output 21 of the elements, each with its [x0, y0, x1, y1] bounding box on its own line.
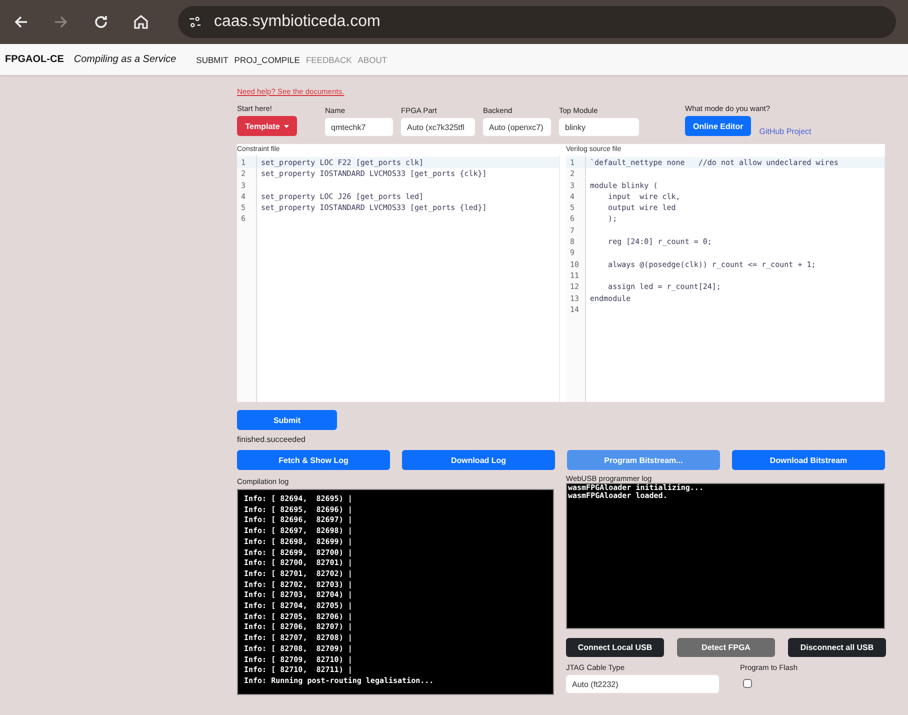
input-field[interactable]: Auto (ft2232) [566, 675, 719, 693]
input-field[interactable]: blinky [559, 118, 639, 136]
submit-button[interactable]: Submit [237, 410, 337, 430]
mode-link[interactable]: GitHub Project [759, 127, 812, 136]
address-bar[interactable]: caas.symbioticeda.com [178, 6, 896, 38]
action-button[interactable]: Download Log [402, 450, 555, 470]
status-text: finished.succeeded [237, 435, 306, 444]
nav-link[interactable]: PROJ_COMPILE [234, 54, 300, 64]
usb-button[interactable]: Disconnect all USB [788, 638, 886, 657]
input-field[interactable]: Auto (openxc7) [483, 118, 551, 136]
action-button[interactable]: Fetch & Show Log [237, 450, 390, 470]
template-button[interactable]: Template [237, 116, 297, 136]
usb-button[interactable]: Connect Local USB [566, 638, 664, 657]
action-button[interactable]: Download Bitstream [732, 450, 885, 470]
nav-link[interactable]: SUBMIT [196, 54, 228, 64]
mode-button[interactable]: Online Editor [685, 116, 752, 136]
url-text: caas.symbioticeda.com [214, 13, 380, 31]
input-field[interactable]: qmtechk7 [325, 118, 393, 136]
brand: FPGAOL-CE [5, 54, 64, 65]
input-field[interactable]: Auto (xc7k325tfl [401, 118, 475, 136]
tagline: Compiling as a Service [74, 54, 176, 65]
